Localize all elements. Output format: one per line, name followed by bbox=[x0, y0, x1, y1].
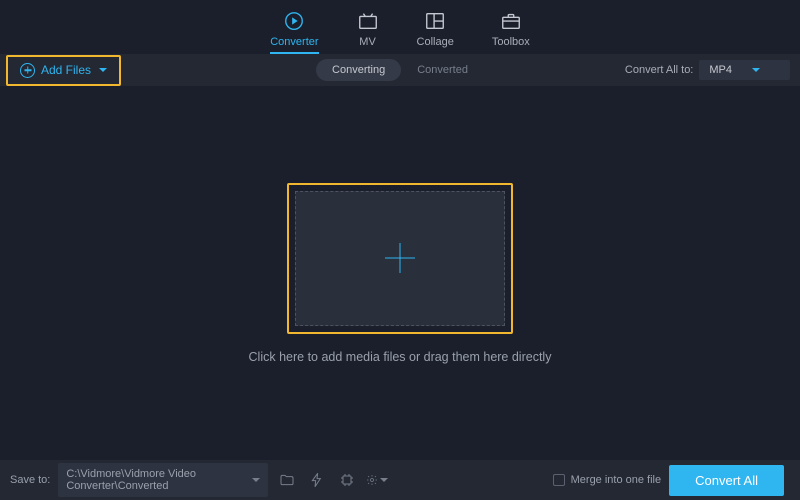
chevron-down-icon bbox=[252, 478, 260, 482]
merge-checkbox[interactable]: Merge into one file bbox=[553, 474, 662, 486]
format-select[interactable]: MP4 bbox=[699, 60, 790, 80]
mv-icon bbox=[357, 10, 379, 32]
collage-icon bbox=[424, 10, 446, 32]
plus-icon bbox=[385, 243, 415, 273]
merge-label: Merge into one file bbox=[571, 474, 662, 486]
nav-tab-mv[interactable]: MV bbox=[357, 10, 379, 54]
convert-all-button[interactable]: Convert All bbox=[669, 465, 784, 496]
sub-tabs: Converting Converted bbox=[316, 59, 484, 81]
add-files-label: Add Files bbox=[41, 63, 91, 77]
nav-label: Converter bbox=[270, 36, 318, 48]
subtab-converted[interactable]: Converted bbox=[401, 59, 484, 81]
save-path-value: C:\Vidmore\Vidmore Video Converter\Conve… bbox=[66, 468, 252, 492]
drop-zone[interactable] bbox=[295, 191, 505, 326]
chevron-down-icon bbox=[99, 68, 107, 72]
nav-label: Toolbox bbox=[492, 36, 530, 48]
nav-label: MV bbox=[359, 36, 376, 48]
nav-tab-collage[interactable]: Collage bbox=[417, 10, 454, 54]
nav-tab-converter[interactable]: Converter bbox=[270, 10, 318, 54]
add-files-highlight: Add Files bbox=[6, 55, 121, 86]
chevron-down-icon bbox=[380, 478, 388, 482]
convert-all-label: Convert All to: bbox=[625, 64, 693, 76]
open-folder-button[interactable] bbox=[276, 469, 298, 491]
checkbox-icon bbox=[553, 474, 565, 486]
plus-circle-icon bbox=[20, 63, 35, 78]
drop-zone-highlight bbox=[287, 183, 513, 334]
secondary-bar: Add Files Converting Converted Convert A… bbox=[0, 54, 800, 86]
main-area: Click here to add media files or drag th… bbox=[0, 86, 800, 460]
bottom-bar: Save to: C:\Vidmore\Vidmore Video Conver… bbox=[0, 460, 800, 500]
save-to-label: Save to: bbox=[10, 474, 50, 486]
nav-label: Collage bbox=[417, 36, 454, 48]
boost-off-button[interactable] bbox=[306, 469, 328, 491]
add-files-button[interactable]: Add Files bbox=[12, 59, 115, 82]
converter-icon bbox=[283, 10, 305, 32]
gpu-off-button[interactable] bbox=[336, 469, 358, 491]
toolbox-icon bbox=[500, 10, 522, 32]
settings-button[interactable] bbox=[366, 469, 388, 491]
save-path-select[interactable]: C:\Vidmore\Vidmore Video Converter\Conve… bbox=[58, 463, 268, 497]
chevron-down-icon bbox=[752, 68, 760, 72]
top-nav: Converter MV Collage Toolbox bbox=[0, 0, 800, 54]
subtab-converting[interactable]: Converting bbox=[316, 59, 401, 81]
format-value: MP4 bbox=[709, 64, 732, 76]
convert-all-to: Convert All to: MP4 bbox=[625, 60, 790, 80]
drop-zone-text: Click here to add media files or drag th… bbox=[249, 350, 552, 364]
nav-tab-toolbox[interactable]: Toolbox bbox=[492, 10, 530, 54]
